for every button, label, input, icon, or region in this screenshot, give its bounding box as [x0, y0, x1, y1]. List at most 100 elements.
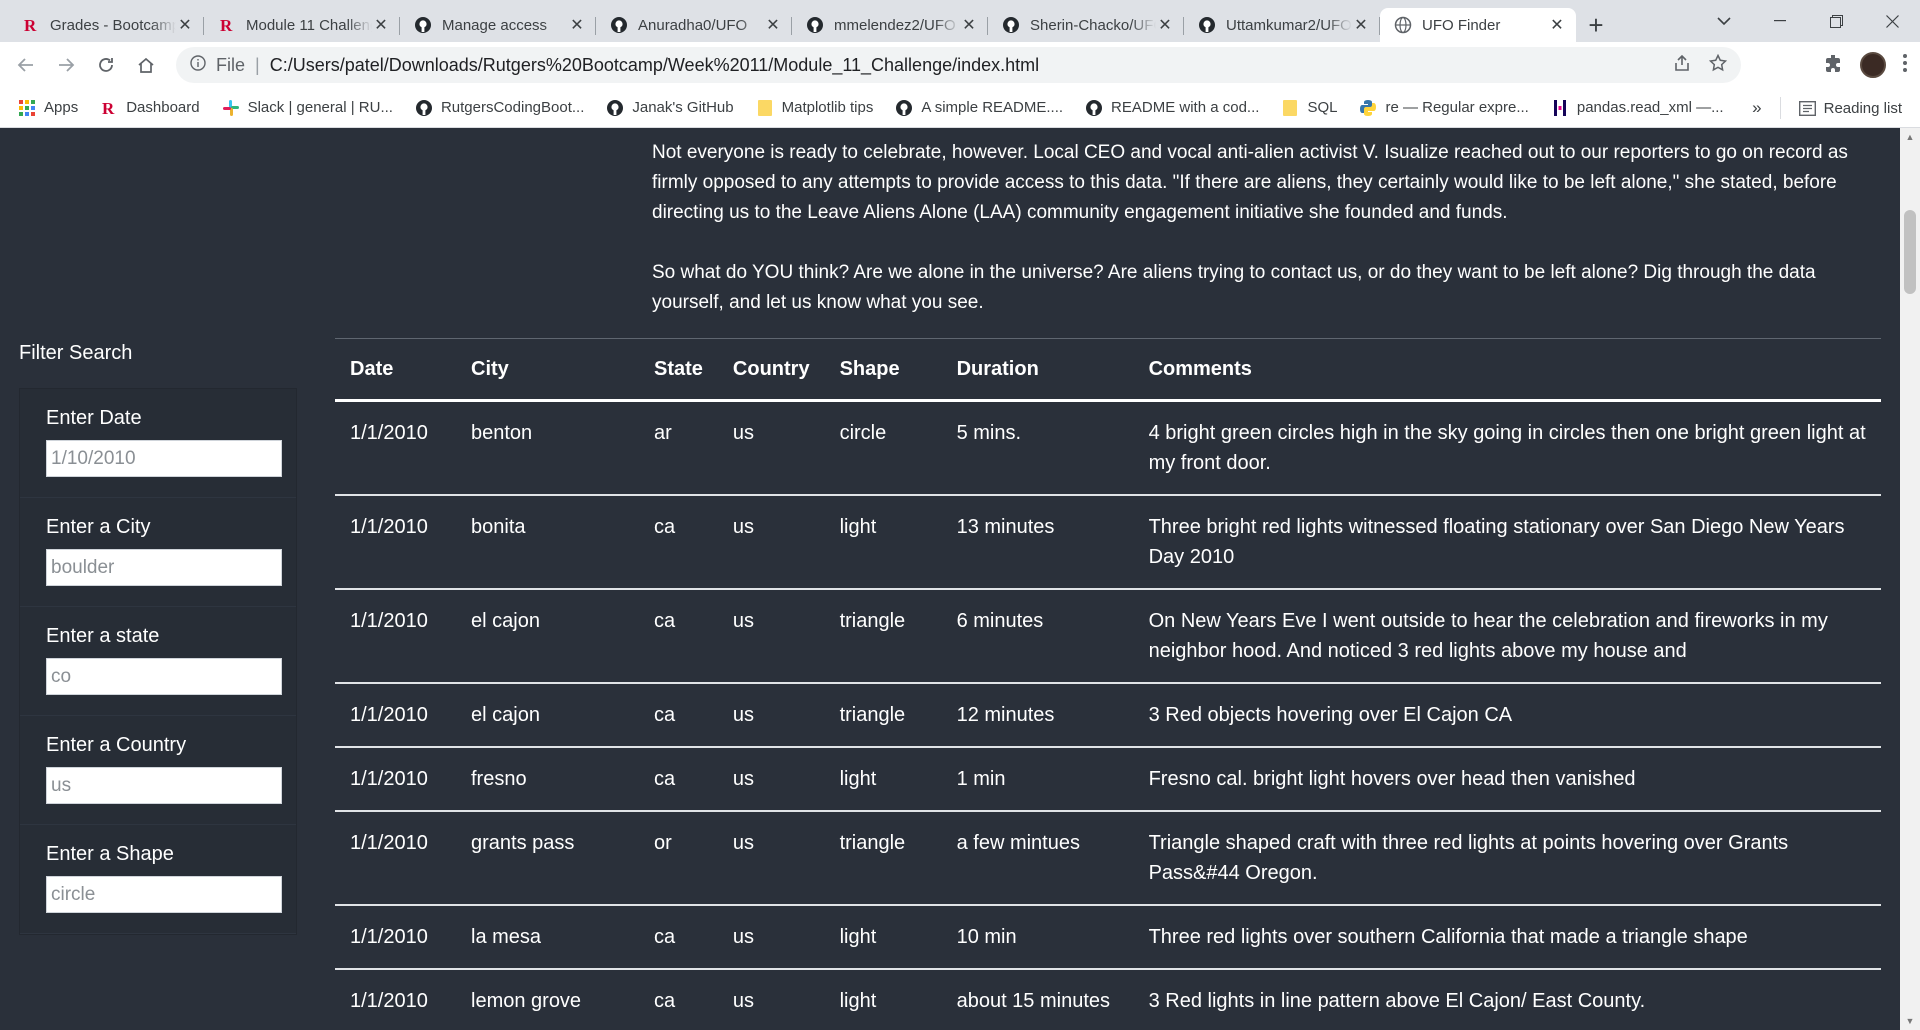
filter-input[interactable]: [46, 767, 282, 804]
page-scrollbar[interactable]: ▲ ▼: [1900, 128, 1920, 1030]
bookmark-label: Matplotlib tips: [781, 99, 874, 116]
table-cell: us: [717, 400, 825, 496]
minimize-button[interactable]: [1752, 0, 1808, 42]
bookmark-label: SQL: [1307, 99, 1338, 116]
folder-icon: [756, 99, 774, 117]
svg-text:R: R: [102, 99, 115, 117]
table-row: 1/1/2010 fresno ca us light 1 min Fresno cal. …: [335, 747, 1881, 812]
share-icon[interactable]: [1673, 54, 1691, 77]
column-header: Shape: [824, 338, 942, 402]
table-cell: a few mintues: [941, 811, 1134, 906]
extensions-icon[interactable]: [1824, 53, 1844, 78]
tab-search-icon[interactable]: [1696, 0, 1752, 42]
bookmark-item[interactable]: Apps: [18, 99, 78, 117]
bookmark-item[interactable]: R Dashboard: [100, 99, 199, 117]
browser-menu-icon[interactable]: [1902, 53, 1908, 78]
python-icon: [1359, 99, 1377, 117]
page-content: Not everyone is ready to celebrate, howe…: [0, 128, 1920, 1030]
table-row: 1/1/2010 grants pass or us triangle a few min…: [335, 811, 1881, 906]
bookmark-item[interactable]: Slack | general | RU...: [222, 99, 393, 117]
table-cell: us: [717, 495, 825, 590]
intro-paragraph: Not everyone is ready to celebrate, howe…: [652, 142, 1848, 223]
github-icon: [610, 16, 628, 34]
forward-button[interactable]: [48, 47, 84, 83]
bookmark-item[interactable]: Janak's GitHub: [606, 99, 734, 117]
restore-button[interactable]: [1808, 0, 1864, 42]
profile-avatar[interactable]: [1860, 52, 1886, 78]
browser-tab[interactable]: R Module 11 Challenge✕: [204, 8, 400, 42]
close-tab-icon[interactable]: ✕: [1548, 16, 1566, 34]
tab-title: Module 11 Challenge: [246, 16, 372, 34]
bookmarks-bar: Apps R Dashboard Slack | general | RU... Rut…: [0, 88, 1920, 128]
filter-input[interactable]: [46, 876, 282, 913]
bookmark-item[interactable]: A simple README....: [895, 99, 1063, 117]
home-button[interactable]: [128, 47, 164, 83]
github-icon: [1198, 16, 1216, 34]
filter-group: Enter a Country: [20, 716, 296, 825]
scroll-up-arrow-icon[interactable]: ▲: [1900, 128, 1920, 146]
intro-text: Not everyone is ready to celebrate, howe…: [652, 138, 1884, 348]
browser-tab[interactable]: mmelendez2/UFO ✕: [792, 8, 988, 42]
browser-tab[interactable]: Sherin-Chacko/UFO ✕: [988, 8, 1184, 42]
bookmarks-overflow-button[interactable]: »: [1752, 98, 1761, 118]
close-tab-icon[interactable]: ✕: [568, 16, 586, 34]
svg-text:R: R: [24, 16, 37, 34]
folder-icon: [1281, 99, 1299, 117]
table-cell: 1/1/2010: [335, 811, 456, 906]
table-cell: us: [717, 811, 825, 906]
bookmark-item[interactable]: Matplotlib tips: [756, 99, 874, 117]
bookmark-item[interactable]: re — Regular expre...: [1359, 99, 1529, 117]
browser-tab[interactable]: Manage access ✕: [400, 8, 596, 42]
browser-tab-active[interactable]: UFO Finder ✕: [1380, 8, 1576, 42]
scrollbar-thumb[interactable]: [1904, 210, 1916, 294]
table-cell: light: [824, 747, 942, 812]
info-icon[interactable]: [190, 54, 206, 76]
github-icon: [1002, 16, 1020, 34]
browser-tab[interactable]: R Grades - Bootcamp ✕: [8, 8, 204, 42]
new-tab-button[interactable]: +: [1576, 8, 1616, 42]
filter-input[interactable]: [46, 549, 282, 586]
bookmark-star-icon[interactable]: [1708, 53, 1728, 77]
bookmark-item[interactable]: SQL: [1281, 99, 1337, 117]
filter-input[interactable]: [46, 440, 282, 477]
bookmark-label: Slack | general | RU...: [247, 99, 393, 116]
table-cell: ca: [639, 905, 718, 970]
filter-input[interactable]: [46, 658, 282, 695]
tab-title: Manage access: [442, 16, 548, 34]
table-cell: 10 min: [941, 905, 1134, 970]
slack-icon: [222, 99, 240, 117]
url-text[interactable]: C:/Users/patel/Downloads/Rutgers%20Bootc…: [270, 55, 1039, 76]
github-icon: [414, 16, 432, 34]
column-header: State: [639, 338, 718, 402]
bookmark-item[interactable]: pandas.read_xml —...: [1551, 99, 1724, 117]
close-window-button[interactable]: [1864, 0, 1920, 42]
close-tab-icon[interactable]: ✕: [960, 16, 978, 34]
svg-text:R: R: [220, 16, 233, 34]
close-tab-icon[interactable]: ✕: [1352, 16, 1370, 34]
table-cell: 4 bright green circles high in the sky g…: [1133, 400, 1881, 496]
browser-tab[interactable]: Uttamkumar2/UFO ✕: [1184, 8, 1380, 42]
close-tab-icon[interactable]: ✕: [764, 16, 782, 34]
bookmark-label: re — Regular expre...: [1385, 99, 1529, 116]
scroll-down-arrow-icon[interactable]: ▼: [1900, 1012, 1920, 1030]
table-cell: ar: [639, 400, 718, 496]
close-tab-icon[interactable]: ✕: [176, 16, 194, 34]
table-cell: 12 minutes: [941, 683, 1134, 748]
tab-title: Sherin-Chacko/UFO: [1030, 16, 1156, 34]
reading-list-button[interactable]: Reading list: [1798, 100, 1902, 117]
browser-tab[interactable]: Anuradha0/UFO ✕: [596, 8, 792, 42]
rutgers-logo: R: [22, 16, 40, 34]
table-cell: 1/1/2010: [335, 589, 456, 684]
address-bar[interactable]: File | C:/Users/patel/Downloads/Rutgers%…: [176, 47, 1741, 83]
close-tab-icon[interactable]: ✕: [372, 16, 390, 34]
ufo-table: Date City State Country Shape Duration Comment…: [335, 338, 1881, 1030]
bookmark-item[interactable]: README with a cod...: [1085, 99, 1259, 117]
pandas-icon: [1551, 99, 1569, 117]
table-cell: 3 Red objects hovering over El Cajon CA: [1133, 683, 1881, 748]
reload-button[interactable]: [88, 47, 124, 83]
bookmark-item[interactable]: RutgersCodingBoot...: [415, 99, 584, 117]
back-button[interactable]: [8, 47, 44, 83]
close-tab-icon[interactable]: ✕: [1156, 16, 1174, 34]
github-icon: [606, 99, 624, 117]
rutgers-logo: R: [100, 99, 118, 117]
